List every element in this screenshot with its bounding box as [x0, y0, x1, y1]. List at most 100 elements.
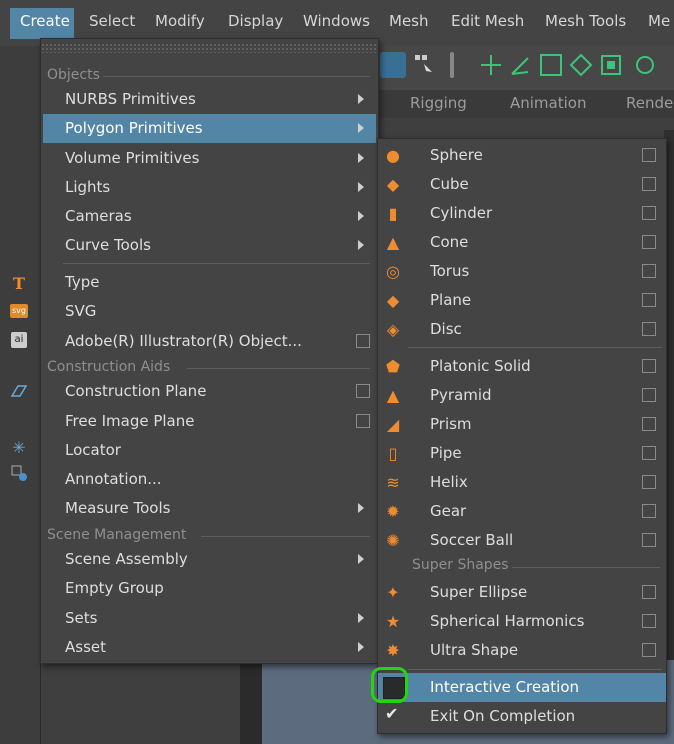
menu-item-exit-on-completion[interactable]: ✔ Exit On Completion — [378, 702, 666, 731]
tab-animation[interactable]: Animation — [510, 94, 586, 112]
menu-item-sphere[interactable]: ● Sphere — [378, 141, 666, 170]
menu-item-scene-assembly[interactable]: Scene Assembly — [43, 545, 376, 574]
menu-item-polygon-primitives[interactable]: Polygon Primitives — [43, 114, 376, 143]
menu-item-adobe-illustrator-object[interactable]: Adobe(R) Illustrator(R) Object... — [43, 327, 376, 356]
option-box-icon[interactable] — [642, 417, 656, 431]
menu-item-free-image-plane[interactable]: Free Image Plane — [43, 407, 376, 436]
menu-item-plane[interactable]: ◆ Plane — [378, 286, 666, 315]
menu-item-sets[interactable]: Sets — [43, 604, 376, 633]
menu-mesh[interactable]: Mesh — [389, 12, 429, 30]
menu-item-label: Pyramid — [430, 386, 492, 404]
tab-rigging[interactable]: Rigging — [410, 94, 467, 112]
menu-item-torus[interactable]: ◎ Torus — [378, 257, 666, 286]
tab-rendering[interactable]: Rende — [626, 94, 673, 112]
menu-item-cube[interactable]: ◆ Cube — [378, 170, 666, 199]
menu-display[interactable]: Display — [228, 12, 283, 30]
option-box-icon[interactable] — [642, 504, 656, 518]
submenu-arrow-icon — [358, 211, 364, 221]
menu-create[interactable]: Create — [10, 8, 74, 39]
highlight-annotation-ring — [371, 667, 408, 703]
menu-windows[interactable]: Windows — [303, 12, 370, 30]
snap-live-icon[interactable] — [632, 52, 658, 78]
menu-item-ultra-shape[interactable]: ✸ Ultra Shape — [378, 636, 666, 665]
snap-grid-icon[interactable] — [478, 52, 504, 78]
menu-item-empty-group[interactable]: Empty Group — [43, 574, 376, 603]
menu-item-platonic-solid[interactable]: ⬟ Platonic Solid — [378, 352, 666, 381]
submenu-arrow-icon — [358, 123, 364, 133]
menu-item-label: Interactive Creation — [430, 678, 580, 696]
option-box-icon[interactable] — [642, 177, 656, 191]
option-box-icon[interactable] — [642, 388, 656, 402]
menu-item-type[interactable]: Type — [43, 268, 376, 297]
snap-view-icon[interactable] — [568, 52, 594, 78]
check-mark-icon[interactable]: ✔ — [385, 704, 398, 723]
component-select-icon[interactable] — [412, 52, 438, 78]
option-box-icon[interactable] — [642, 359, 656, 373]
type-icon: T — [13, 274, 25, 293]
menu-item-lights[interactable]: Lights — [43, 173, 376, 202]
menu-item-spherical-harmonics[interactable]: ★ Spherical Harmonics — [378, 607, 666, 636]
menu-item-interactive-creation[interactable]: Interactive Creation — [378, 673, 666, 702]
left-tool-strip: T svg ai ✳ — [0, 46, 41, 744]
cylinder-icon: ▮ — [388, 204, 398, 223]
menu-item-pyramid[interactable]: ▲ Pyramid — [378, 381, 666, 410]
menu-item-asset[interactable]: Asset — [43, 633, 376, 662]
snap-point-icon[interactable] — [538, 52, 564, 78]
submenu-arrow-icon — [358, 153, 364, 163]
option-box-icon[interactable] — [642, 533, 656, 547]
option-box-icon[interactable] — [642, 293, 656, 307]
menu-edit-mesh[interactable]: Edit Mesh — [451, 12, 524, 30]
menu-more[interactable]: Me — [648, 12, 670, 30]
menu-select[interactable]: Select — [89, 12, 135, 30]
option-box-icon[interactable] — [642, 322, 656, 336]
menu-item-helix[interactable]: ≋ Helix — [378, 468, 666, 497]
tear-off-handle[interactable] — [41, 43, 378, 53]
select-tool-icon[interactable] — [380, 52, 406, 78]
option-box-icon[interactable] — [356, 334, 370, 348]
shelf-tabs: Rigging Animation Rende — [378, 90, 674, 118]
disc-icon: ◈ — [386, 320, 400, 339]
menu-mesh-tools[interactable]: Mesh Tools — [545, 12, 626, 30]
menu-item-measure-tools[interactable]: Measure Tools — [43, 494, 376, 523]
option-box-icon[interactable] — [356, 384, 370, 398]
option-box-icon[interactable] — [642, 585, 656, 599]
option-box-icon[interactable] — [642, 614, 656, 628]
menu-item-label: Disc — [430, 320, 462, 338]
menu-item-soccer-ball[interactable]: ✺ Soccer Ball — [378, 526, 666, 555]
menu-item-pipe[interactable]: ▯ Pipe — [378, 439, 666, 468]
option-box-icon[interactable] — [642, 643, 656, 657]
option-box-icon[interactable] — [642, 264, 656, 278]
menu-item-label: Cone — [430, 233, 469, 251]
option-box-icon[interactable] — [356, 414, 370, 428]
menu-modify[interactable]: Modify — [155, 12, 205, 30]
menu-item-annotation[interactable]: Annotation... — [43, 465, 376, 494]
menu-item-construction-plane[interactable]: Construction Plane — [43, 377, 376, 406]
menu-item-disc[interactable]: ◈ Disc — [378, 315, 666, 344]
menu-item-cylinder[interactable]: ▮ Cylinder — [378, 199, 666, 228]
menu-item-locator[interactable]: Locator — [43, 436, 376, 465]
snap-surface-icon[interactable] — [598, 52, 624, 78]
option-box-icon[interactable] — [642, 148, 656, 162]
menu-item-gear[interactable]: ✹ Gear — [378, 497, 666, 526]
snap-curve-icon[interactable] — [508, 52, 534, 78]
menu-item-label: Scene Assembly — [65, 550, 188, 568]
menu-item-label: Exit On Completion — [430, 707, 576, 725]
option-box-icon[interactable] — [642, 206, 656, 220]
menu-item-prism[interactable]: ◢ Prism — [378, 410, 666, 439]
section-construction-aids: Construction Aids — [47, 359, 171, 375]
menu-item-curve-tools[interactable]: Curve Tools — [43, 231, 376, 260]
menu-item-svg[interactable]: SVG — [43, 297, 376, 326]
menu-item-nurbs-primitives[interactable]: NURBS Primitives — [43, 85, 376, 114]
menu-item-cameras[interactable]: Cameras — [43, 202, 376, 231]
menu-item-label: Platonic Solid — [430, 357, 531, 375]
section-objects: Objects — [47, 67, 100, 83]
menu-item-super-ellipse[interactable]: ✦ Super Ellipse — [378, 578, 666, 607]
menu-item-cone[interactable]: ▲ Cone — [378, 228, 666, 257]
torus-icon: ◎ — [386, 262, 400, 281]
menu-item-volume-primitives[interactable]: Volume Primitives — [43, 144, 376, 173]
option-box-icon[interactable] — [642, 475, 656, 489]
section-divider — [512, 567, 660, 568]
toolbar-divider — [450, 52, 454, 78]
option-box-icon[interactable] — [642, 235, 656, 249]
option-box-icon[interactable] — [642, 446, 656, 460]
